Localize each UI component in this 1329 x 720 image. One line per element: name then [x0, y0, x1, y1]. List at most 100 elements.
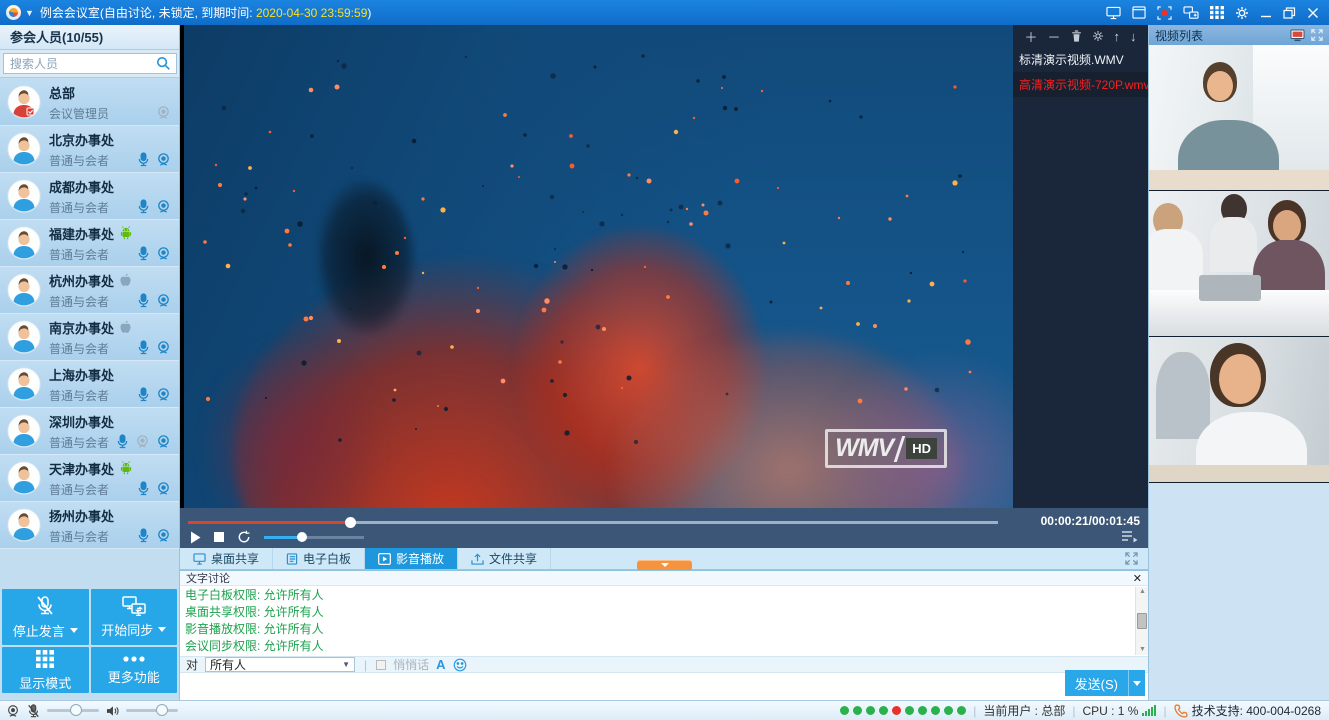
- network-sync-icon[interactable]: [1183, 6, 1199, 20]
- speaker-icon[interactable]: [106, 705, 119, 717]
- search-icon[interactable]: [156, 56, 171, 71]
- webcam-icon[interactable]: [156, 340, 171, 355]
- participant-row[interactable]: 总部会议管理员: [0, 79, 179, 126]
- webcam-icon[interactable]: [156, 434, 171, 449]
- webcam-icon[interactable]: [156, 246, 171, 261]
- webcam-icon[interactable]: [156, 293, 171, 308]
- webcam-icon[interactable]: [156, 199, 171, 214]
- playlist-move-down-icon[interactable]: ↓: [1130, 29, 1137, 44]
- chat-close-icon[interactable]: ✕: [1133, 572, 1142, 585]
- scroll-thumb[interactable]: [1137, 613, 1147, 629]
- message-input[interactable]: 发送(S): [180, 674, 1148, 700]
- webcam-disabled-icon[interactable]: [156, 105, 171, 120]
- mic-icon[interactable]: [137, 199, 150, 214]
- mic-icon[interactable]: [137, 481, 150, 496]
- chat-scrollbar[interactable]: ▲ ▼: [1135, 587, 1148, 655]
- participant-row[interactable]: 杭州办事处普通与会者: [0, 267, 179, 314]
- monitor-broadcast-icon[interactable]: [1290, 29, 1305, 42]
- screen-share-icon[interactable]: [1106, 6, 1121, 20]
- feed-figure: [1207, 71, 1233, 101]
- search-input[interactable]: [3, 53, 177, 74]
- mic-off-icon: [35, 595, 55, 617]
- panel-expand-icon[interactable]: [1311, 29, 1323, 41]
- speaker-volume-slider[interactable]: [126, 709, 178, 712]
- speaker-volume-knob[interactable]: [156, 704, 168, 716]
- webcam-icon[interactable]: [156, 528, 171, 543]
- mic-volume-slider[interactable]: [47, 709, 99, 712]
- playlist-move-up-icon[interactable]: ↑: [1114, 29, 1121, 44]
- participant-row[interactable]: 扬州办事处普通与会者: [0, 502, 179, 549]
- mic-icon[interactable]: [137, 340, 150, 355]
- mic-icon[interactable]: [116, 434, 129, 449]
- playlist-item[interactable]: 标清演示视频.WMV: [1013, 47, 1148, 72]
- participant-row[interactable]: 南京办事处普通与会者: [0, 314, 179, 361]
- record-icon[interactable]: [1157, 6, 1172, 20]
- window-mode-icon[interactable]: [1132, 6, 1146, 19]
- video-feed[interactable]: [1149, 337, 1329, 483]
- playlist-item[interactable]: 高清演示视频-720P.wmv删除: [1013, 72, 1148, 97]
- dropdown-caret-icon[interactable]: [158, 627, 166, 632]
- seek-knob[interactable]: [345, 517, 356, 528]
- participant-row[interactable]: 福建办事处普通与会者: [0, 220, 179, 267]
- playlist-trash-icon[interactable]: [1071, 30, 1082, 42]
- tab-desktop-share[interactable]: 桌面共享: [180, 548, 273, 569]
- playlist-toggle-icon[interactable]: [1121, 530, 1138, 543]
- maximize-button[interactable]: [1283, 7, 1296, 19]
- tab-file-share[interactable]: 文件共享: [458, 548, 551, 569]
- video-frame[interactable]: WMVHD: [184, 25, 1013, 508]
- mic-icon[interactable]: [137, 152, 150, 167]
- recipient-select[interactable]: 所有人▼: [205, 657, 355, 672]
- fullscreen-icon[interactable]: [1125, 548, 1138, 569]
- replay-button[interactable]: [237, 530, 251, 544]
- playlist-settings-icon[interactable]: [1092, 30, 1104, 42]
- mic-volume-knob[interactable]: [70, 704, 82, 716]
- participant-row[interactable]: 北京办事处普通与会者: [0, 126, 179, 173]
- settings-gear-icon[interactable]: [1235, 6, 1249, 20]
- action-button[interactable]: 开始同步: [91, 589, 178, 645]
- action-button[interactable]: 更多功能: [91, 647, 178, 693]
- participant-role: 普通与会者: [49, 199, 114, 216]
- mic-icon[interactable]: [137, 246, 150, 261]
- playlist-items: 标清演示视频.WMV高清演示视频-720P.wmv删除: [1013, 47, 1148, 97]
- signal-bars-icon: [1142, 705, 1156, 716]
- volume-slider[interactable]: [264, 536, 364, 539]
- participant-name: 杭州办事处: [49, 271, 132, 290]
- video-feed[interactable]: [1149, 191, 1329, 337]
- webcam-icon[interactable]: [156, 152, 171, 167]
- webcam-icon[interactable]: [156, 481, 171, 496]
- stop-button[interactable]: [214, 532, 224, 542]
- playlist-add-icon[interactable]: ＋: [1024, 27, 1037, 46]
- send-button[interactable]: 发送(S): [1065, 670, 1128, 696]
- close-button[interactable]: [1307, 7, 1319, 19]
- webcam-disabled-icon[interactable]: [135, 434, 150, 449]
- emoji-button[interactable]: [453, 658, 467, 672]
- action-button[interactable]: 停止发言: [2, 589, 89, 645]
- video-feed[interactable]: [1149, 45, 1329, 191]
- participant-row[interactable]: 上海办事处普通与会者: [0, 361, 179, 408]
- whisper-checkbox[interactable]: [376, 660, 386, 670]
- volume-knob[interactable]: [297, 532, 307, 542]
- webcam-status-icon[interactable]: [6, 704, 20, 718]
- play-button[interactable]: [190, 531, 201, 544]
- mic-icon[interactable]: [137, 528, 150, 543]
- tab-whiteboard[interactable]: 电子白板: [273, 548, 365, 569]
- mic-icon[interactable]: [137, 387, 150, 402]
- send-options-caret[interactable]: [1128, 670, 1145, 696]
- action-button[interactable]: 显示模式: [2, 647, 89, 693]
- font-button[interactable]: A: [436, 657, 445, 672]
- tab-media-play[interactable]: 影音播放: [365, 548, 458, 569]
- seek-bar[interactable]: [188, 521, 998, 524]
- chevron-down-icon[interactable]: ▼: [25, 8, 34, 18]
- participant-row[interactable]: 成都办事处普通与会者: [0, 173, 179, 220]
- minimize-button[interactable]: [1260, 7, 1272, 19]
- dropdown-caret-icon[interactable]: [70, 628, 78, 633]
- avatar: [7, 508, 41, 542]
- webcam-icon[interactable]: [156, 387, 171, 402]
- mic-icon[interactable]: [137, 293, 150, 308]
- playlist-remove-icon[interactable]: －: [1048, 27, 1061, 46]
- grid-view-icon[interactable]: [1210, 6, 1224, 19]
- participant-row[interactable]: 天津办事处普通与会者: [0, 455, 179, 502]
- participant-row[interactable]: 深圳办事处普通与会者: [0, 408, 179, 455]
- drawer-handle[interactable]: [637, 560, 692, 570]
- mic-muted-icon[interactable]: [27, 704, 40, 718]
